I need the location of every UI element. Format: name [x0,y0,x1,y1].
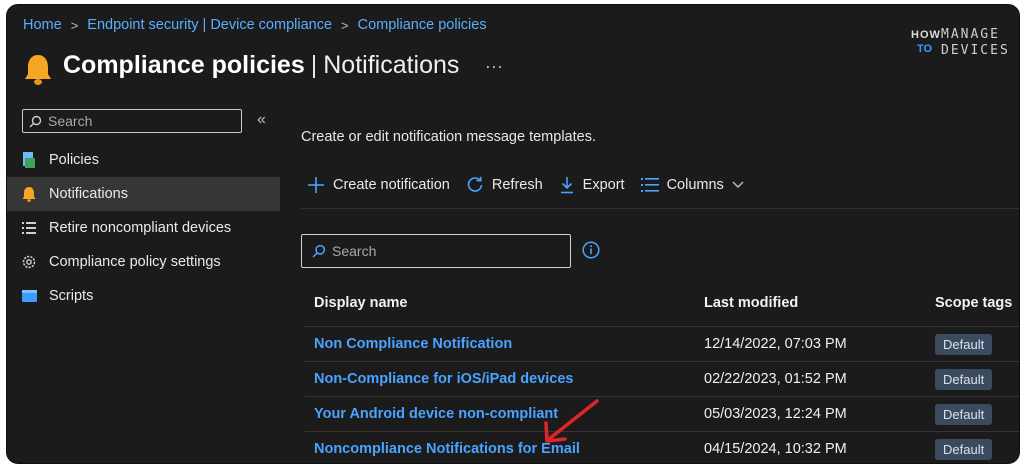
refresh-button[interactable]: Refresh [466,176,543,194]
sidebar-search-input[interactable] [42,113,228,129]
bell-icon [21,186,37,202]
notification-name-link[interactable]: Non Compliance Notification [314,336,512,352]
export-button[interactable]: Export [559,176,625,194]
policies-icon [21,152,37,168]
chevron-down-icon [732,181,744,189]
last-modified-value: 04/15/2024, 10:32 PM [704,441,847,457]
sidebar-item-policies[interactable]: Policies [7,143,280,177]
collapse-sidebar-button[interactable]: « [257,111,266,129]
chevron-right-icon: > [341,17,349,33]
scope-tag-badge: Default [935,439,993,460]
table-row: Non-Compliance for iOS/iPad devices 02/2… [305,361,1019,397]
sidebar-item-notifications[interactable]: Notifications [7,177,280,211]
search-icon [312,244,326,258]
last-modified-value: 05/03/2023, 12:24 PM [704,406,847,422]
sidebar-search[interactable] [22,109,242,133]
scope-tag-badge: Default [935,404,993,425]
more-options-button[interactable]: ... [485,52,503,73]
annotation-arrow-icon [544,399,599,443]
page-title-sub: Notifications [323,50,460,79]
download-icon [559,176,575,194]
column-header-scope-tags[interactable]: Scope tags [935,295,1012,311]
breadcrumb: Home > Endpoint security | Device compli… [23,15,487,35]
page-title: Compliance policies | Notifications [63,50,460,79]
search-icon [29,115,42,127]
notifications-search[interactable] [301,234,571,268]
chevron-right-icon: > [70,17,79,33]
breadcrumb-compliance-policies[interactable]: Compliance policies [358,17,487,33]
table-row: Noncompliance Notifications for Email 04… [305,431,1019,463]
column-header-display-name[interactable]: Display name [314,295,408,311]
last-modified-value: 02/22/2023, 01:52 PM [704,371,847,387]
column-header-last-modified[interactable]: Last modified [704,295,798,311]
columns-list-icon [640,178,659,192]
scope-tag-badge: Default [935,369,993,390]
app-window: Home > Endpoint security | Device compli… [6,4,1020,464]
info-icon[interactable] [582,241,600,259]
command-bar: Create notification Refresh Export Colum… [307,173,768,197]
page-description: Create or edit notification message temp… [301,129,596,145]
create-notification-button[interactable]: Create notification [307,176,450,194]
gear-icon [21,254,37,270]
notifications-search-input[interactable] [326,243,512,259]
sidebar-item-scripts[interactable]: Scripts [7,279,280,313]
list-icon [21,220,37,236]
columns-button[interactable]: Columns [640,177,752,193]
scripts-icon [21,288,37,304]
page-title-main: Compliance policies [63,50,305,79]
bell-icon [25,55,51,85]
sidebar-item-compliance-settings[interactable]: Compliance policy settings [7,245,280,279]
last-modified-value: 12/14/2022, 07:03 PM [704,336,847,352]
refresh-icon [466,176,484,194]
notification-name-link[interactable]: Non-Compliance for iOS/iPad devices [314,371,573,387]
plus-icon [307,176,325,194]
page-header: Compliance policies | Notifications ... [23,43,503,87]
sidebar-item-retire-noncompliant[interactable]: Retire noncompliant devices [7,211,280,245]
table-row: Non Compliance Notification 12/14/2022, … [305,326,1019,362]
breadcrumb-device-compliance[interactable]: Endpoint security | Device compliance [87,17,332,33]
sidebar-nav: Policies Notifications Retire noncomplia… [7,143,280,313]
breadcrumb-home[interactable]: Home [23,17,62,33]
howtomanagedevices-logo: HOW TO MANAGE DEVICES [911,27,1010,58]
scope-tag-badge: Default [935,334,993,355]
table-row: Your Android device non-compliant 05/03/… [305,396,1019,432]
toolbar-divider [301,208,1019,209]
